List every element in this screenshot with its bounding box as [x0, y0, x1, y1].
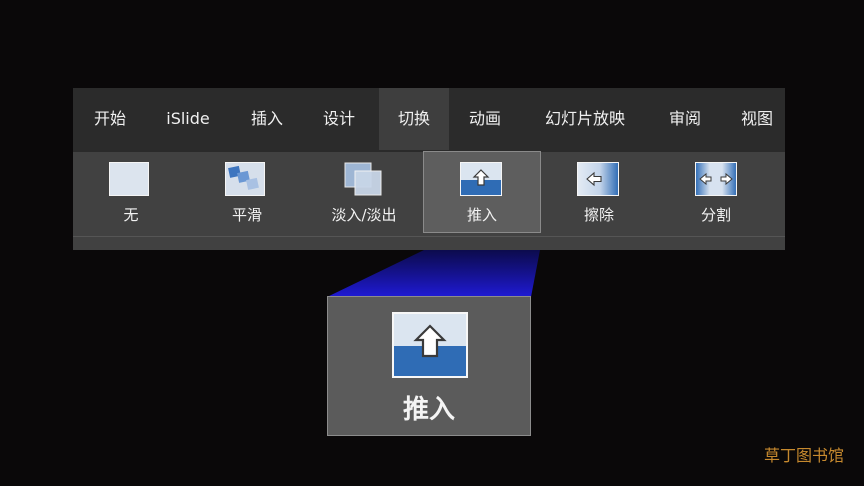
tab-slideshow[interactable]: 幻灯片放映 [531, 88, 639, 150]
transition-label: 推入 [466, 206, 497, 224]
ribbon: 开始 iSlide 插入 设计 切换 动画 幻灯片放映 审阅 视图 无 平滑 淡… [73, 88, 785, 250]
transition-label: 分割 [700, 206, 731, 224]
morph-transition-icon [225, 162, 265, 196]
tab-design[interactable]: 设计 [309, 88, 369, 150]
tab-animations[interactable]: 动画 [453, 88, 517, 150]
fade-transition-icon [344, 162, 382, 196]
push-transition-icon [392, 312, 468, 378]
transitions-gallery: 无 平滑 淡入/淡出 推入 擦除 分割 [73, 151, 785, 250]
zoomed-push-transition: 推入 [327, 296, 531, 436]
push-transition-icon [460, 162, 502, 196]
transition-label: 无 [123, 206, 139, 224]
transition-label: 平滑 [231, 206, 262, 224]
transition-none[interactable]: 无 [73, 152, 189, 232]
ribbon-tab-bar: 开始 iSlide 插入 设计 切换 动画 幻灯片放映 审阅 视图 [73, 88, 785, 150]
split-transition-icon [695, 162, 737, 196]
transition-split[interactable]: 分割 [657, 152, 775, 232]
tab-view[interactable]: 视图 [727, 88, 787, 150]
zoomed-label: 推入 [402, 395, 455, 425]
ribbon-divider [73, 236, 785, 237]
none-transition-icon [109, 162, 149, 196]
tab-islide[interactable]: iSlide [153, 88, 223, 150]
tab-review[interactable]: 审阅 [655, 88, 715, 150]
transition-push[interactable]: 推入 [423, 151, 541, 233]
watermark: 草丁图书馆 [764, 446, 845, 465]
tab-home[interactable]: 开始 [79, 88, 141, 150]
transition-label: 淡入/淡出 [331, 206, 397, 224]
transition-label: 擦除 [583, 206, 614, 224]
wipe-transition-icon [577, 162, 619, 196]
tab-transitions[interactable]: 切换 [379, 88, 449, 150]
transition-wipe[interactable]: 擦除 [541, 152, 657, 232]
transition-fade[interactable]: 淡入/淡出 [305, 152, 423, 232]
tab-insert[interactable]: 插入 [237, 88, 297, 150]
transition-morph[interactable]: 平滑 [189, 152, 305, 232]
